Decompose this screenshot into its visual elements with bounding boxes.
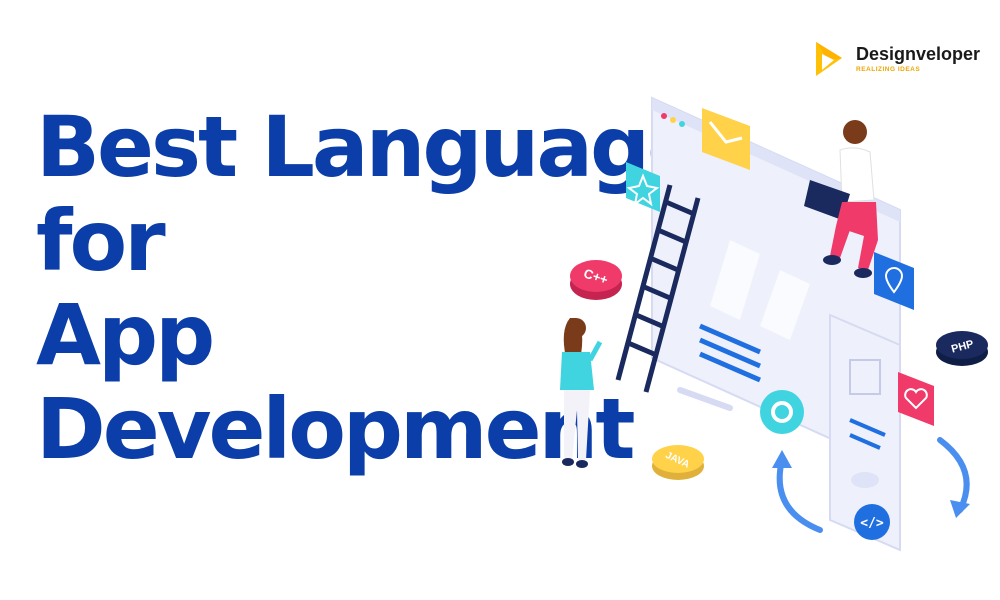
brand-mark-icon [816,42,842,76]
brand-logo: Designveloper REALIZING IDEAS [814,40,984,80]
wrench-icon [677,387,733,411]
brand-tagline: REALIZING IDEAS [856,66,921,73]
brand-name: Designveloper [856,44,980,65]
app-development-illustration: C++ PHP JAVA </> [560,96,988,552]
brand-name-part2: veloper [916,44,981,64]
gear-icon [760,390,804,434]
svg-text:</>: </> [860,516,884,531]
code-icon: </> [854,504,890,540]
cpp-badge: C++ [570,260,622,300]
java-badge: JAVA [652,445,704,480]
woman-figure [560,318,603,468]
brand-name-part1: Design [856,44,917,64]
php-badge: PHP [936,331,988,366]
heart-icon [898,372,934,426]
